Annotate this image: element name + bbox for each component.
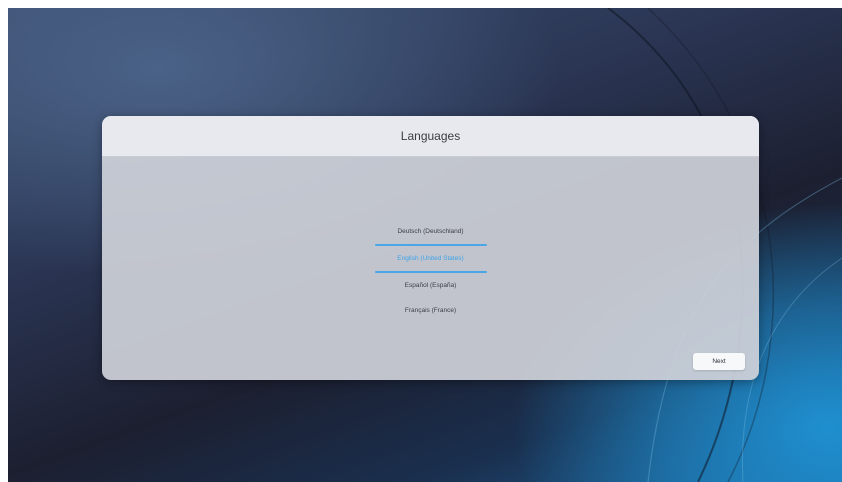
language-list: Deutsch (Deutschland) English (United St… xyxy=(102,219,759,323)
dialog-header: Languages xyxy=(102,116,759,157)
language-option-francais[interactable]: Français (France) xyxy=(374,298,488,323)
desktop-background: Languages Deutsch (Deutschland) English … xyxy=(8,8,842,482)
next-button[interactable]: Next xyxy=(693,353,745,370)
language-option-espanol[interactable]: Español (España) xyxy=(374,273,488,298)
language-option-english-selected[interactable]: English (United States) xyxy=(374,246,488,271)
language-option-deutsch[interactable]: Deutsch (Deutschland) xyxy=(374,219,488,244)
dialog-title: Languages xyxy=(400,129,461,143)
languages-dialog: Languages Deutsch (Deutschland) English … xyxy=(102,116,759,380)
